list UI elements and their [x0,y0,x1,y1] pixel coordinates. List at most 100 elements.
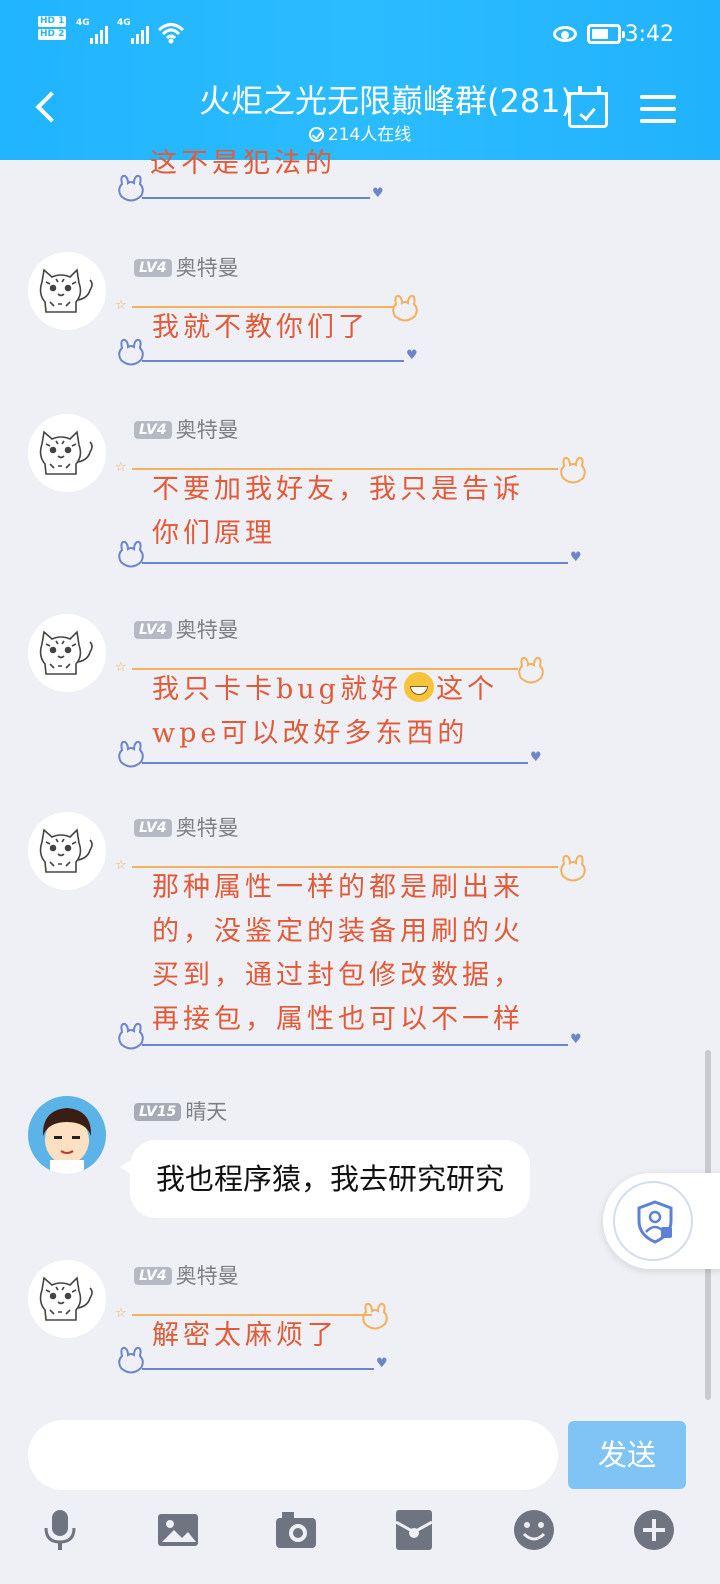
network-type-2: 4G [117,18,131,28]
calendar-pin [578,86,582,94]
status-bar: HD 1 HD 2 4G 4G 3:42 [0,0,720,70]
grin-emoji-icon [403,672,434,702]
message-bubble[interactable]: 我也程序猿，我去研究研究 [119,1140,531,1218]
sender-row: LV4 奥特曼 [134,414,239,444]
voice-icon[interactable] [38,1508,82,1552]
bubble-bottom-line [142,1368,374,1370]
star-icon: ☆ [115,858,127,873]
camera-icon[interactable] [274,1508,318,1552]
message-text-line: 我只卡卡bug就好 这个 [152,668,498,711]
heart-icon: ♥ [570,550,582,565]
red-packet-icon[interactable] [392,1508,436,1552]
heart-icon: ♥ [372,186,384,201]
sender-row: LV4 奥特曼 [134,812,239,842]
clock: 3:42 [624,22,674,47]
sender-row: LV15 晴天 [134,1096,227,1126]
bunny-ear-icon [118,338,144,366]
top-bar: HD 1 HD 2 4G 4G 3:42 火炬之光无限巅峰群(281) 214人… [0,0,720,160]
message-bubble-deco[interactable]: ☆ 我就不教你们了 ♥ [112,292,432,372]
cat-avatar-icon [39,828,93,873]
star-icon: ☆ [115,660,127,675]
bunny-ear-icon [362,1302,388,1330]
menu-line [640,119,676,123]
avatar[interactable] [28,414,106,492]
sender-name[interactable]: 晴天 [185,1100,227,1124]
heart-icon: ♥ [570,1032,582,1047]
checkmark-icon [579,103,596,122]
level-badge: LV4 [134,621,172,639]
battery-icon [587,24,625,44]
emoji-mouth [409,686,428,695]
cat-avatar-icon [39,430,93,475]
message-text-line: 那种属性一样的都是刷出来 [152,872,524,903]
avatar[interactable] [28,252,106,330]
message-bubble-deco[interactable]: ☆ 不要加我好友，我只是告诉 你们原理 ♥ [112,454,592,574]
sender-name[interactable]: 奥特曼 [176,618,239,642]
wifi-icon [157,23,185,44]
heart-icon: ♥ [530,750,542,765]
level-badge: LV4 [134,259,172,277]
menu-button[interactable] [640,93,676,125]
cat-avatar-icon [39,630,93,675]
message-text-line: 你们原理 [152,518,276,549]
message-bubble-deco[interactable]: 这不是犯法的 ♥ [112,140,392,210]
message-input[interactable] [28,1420,558,1490]
emoji-icon[interactable] [512,1508,556,1552]
message-bubble-deco[interactable]: ☆ 解密太麻烦了 ♥ [112,1300,412,1380]
star-icon: ☆ [115,460,127,475]
bubble-bottom-line [142,360,404,362]
bunny-ear-icon [560,854,586,882]
message-text-line: wpe可以改好多东西的 [152,718,469,749]
send-button[interactable]: 发送 [568,1421,686,1489]
bunny-ear-icon [118,540,144,568]
message-text: 我就不教你们了 [152,312,369,343]
sim2-label: HD 2 [38,29,67,40]
level-badge: LV4 [134,1267,172,1285]
menu-line [640,95,676,99]
bunny-ear-icon [518,656,544,684]
sender-row: LV4 奥特曼 [134,614,239,644]
eye-comfort-icon [553,26,577,42]
avatar[interactable] [28,614,106,692]
signal-2-icon [131,20,149,44]
avatar[interactable] [28,812,106,890]
heart-icon: ♥ [406,348,418,363]
sim-indicator: HD 1 HD 2 [38,16,67,42]
image-icon[interactable] [156,1508,200,1552]
shield-user-icon [637,1200,673,1244]
calendar-checkin-button[interactable] [568,86,608,128]
sender-name[interactable]: 奥特曼 [176,1264,239,1288]
star-icon: ☆ [115,298,127,313]
avatar[interactable] [28,1260,106,1338]
level-badge: LV4 [134,819,172,837]
message-text-line: 的，没鉴定的装备用刷的火 [152,916,524,947]
network-type-1: 4G [76,18,90,28]
sender-name[interactable]: 奥特曼 [176,256,239,280]
sender-row: LV4 奥特曼 [134,252,239,282]
menu-line [640,107,676,111]
calendar-pin [597,86,601,94]
message-text-part: 我只卡卡bug就好 [152,674,402,705]
input-toolbar [0,1500,720,1584]
bunny-ear-icon [118,174,144,202]
bubble-bottom-line [142,197,370,199]
message-text-line: 买到，通过封包修改数据， [152,960,524,991]
signal-1-icon [90,20,108,44]
message-text-line: 不要加我好友，我只是告诉 [152,474,524,505]
floating-shield-button[interactable] [603,1173,720,1269]
star-icon: ☆ [115,1306,127,1321]
sim1-label: HD 1 [38,16,67,27]
message-bubble-deco[interactable]: ☆ 那种属性一样的都是刷出来 的，没鉴定的装备用刷的火 买到，通过封包修改数据，… [112,852,592,1052]
level-badge: LV15 [134,1103,182,1121]
message-text-part: 这个 [435,674,498,705]
bunny-ear-icon [118,1346,144,1374]
cat-avatar-icon [39,268,93,313]
message-bubble-deco[interactable]: ☆ 我只卡卡bug就好 这个 wpe可以改好多东西的 ♥ [112,654,552,774]
sender-name[interactable]: 奥特曼 [176,418,239,442]
cat-avatar-icon [39,1276,93,1321]
boy-avatar-icon [42,1108,92,1174]
plus-icon[interactable] [632,1508,676,1552]
shield-button-ring [613,1181,693,1261]
sender-name[interactable]: 奥特曼 [176,816,239,840]
avatar[interactable] [28,1096,106,1174]
